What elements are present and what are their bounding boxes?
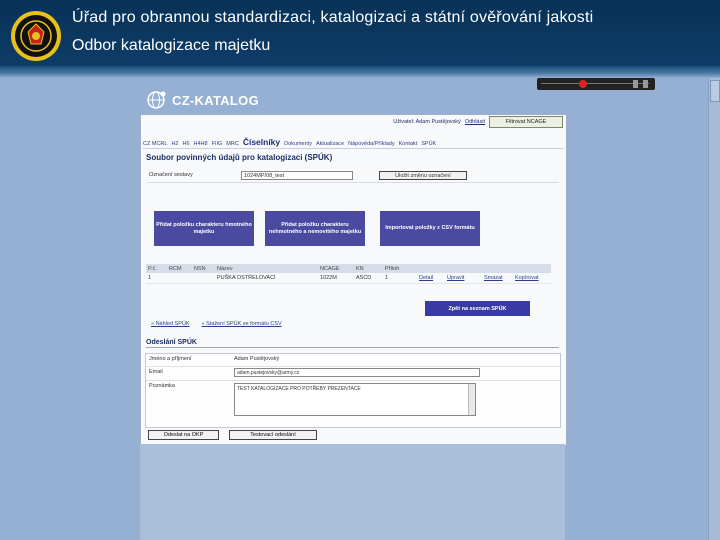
edit-link[interactable]: Upravit bbox=[447, 275, 484, 281]
user-label: Uživatel: Adam Pustějovský bbox=[393, 119, 461, 125]
col-header: NCAGE bbox=[320, 265, 340, 272]
logout-link[interactable]: Odhlásit bbox=[465, 119, 485, 125]
media-seek-handle[interactable] bbox=[579, 80, 587, 88]
header-band bbox=[0, 66, 720, 78]
import-csv-button[interactable]: Importovat položky z CSV formátu bbox=[380, 211, 480, 246]
items-table: P.č. RCM NSN Název NCAGE KN Příloh 1 PUŠ… bbox=[146, 264, 551, 284]
logo-text: CZ-KATALOG bbox=[172, 92, 259, 108]
name-value: Adam Pustějovský bbox=[234, 356, 280, 362]
app-screenshot: Uživatel: Adam Pustějovský Odhlásit Filt… bbox=[140, 114, 567, 446]
cell-attachments: 1 bbox=[385, 275, 389, 281]
copy-link[interactable]: Kopírovat bbox=[515, 275, 545, 281]
col-header: NSN bbox=[194, 265, 206, 272]
screenshot-lower-area bbox=[140, 444, 565, 540]
nav-item-cz-mcrl[interactable]: CZ MCRL bbox=[143, 141, 167, 147]
add-intangible-item-button[interactable]: Přidat položku charakteru nehmotného a n… bbox=[265, 211, 365, 246]
main-nav: CZ MCRL H2 H6 H4H8 FIIG MRC Číselníky Do… bbox=[143, 133, 564, 149]
test-send-button[interactable]: Testovací odeslání bbox=[229, 430, 317, 440]
delete-link[interactable]: Smazat bbox=[484, 275, 515, 281]
media-player-bar[interactable] bbox=[537, 78, 655, 90]
nav-item-h2[interactable]: H2 bbox=[171, 141, 178, 147]
cell-index: 1 bbox=[148, 275, 152, 281]
email-field[interactable]: adam.pustejovsky@army.cz bbox=[234, 368, 480, 377]
cell-name: PUŠKA OSTŘELOVACÍ bbox=[217, 275, 276, 281]
slide-title: Úřad pro obrannou standardizaci, katalog… bbox=[72, 9, 594, 26]
back-to-list-button[interactable]: Zpět na seznam SPÚK bbox=[425, 301, 530, 316]
cz-katalog-logo: CZ-KATALOG bbox=[146, 90, 259, 110]
set-name-input[interactable]: 1024MP/08_test bbox=[241, 171, 353, 180]
nav-item-mrc[interactable]: MRC bbox=[226, 141, 239, 147]
add-tangible-item-button[interactable]: Přidat položku charakteru hmotného majet… bbox=[154, 211, 254, 246]
spuk-links: » Náhled SPÚK » Stažení SPÚK ve formátu … bbox=[151, 321, 282, 327]
email-row: Email adam.pustejovsky@army.cz bbox=[146, 367, 560, 381]
page-scrollbar[interactable] bbox=[708, 78, 720, 540]
set-name-label: Označení sestavy bbox=[149, 172, 193, 178]
nav-item-napoveda[interactable]: Nápověda/Příklady bbox=[348, 141, 394, 147]
nav-item-h6[interactable]: H6 bbox=[182, 141, 189, 147]
user-bar: Uživatel: Adam Pustějovský Odhlásit Filt… bbox=[371, 116, 563, 128]
note-textarea[interactable]: TEST KATALOGIZACE PRO POTŘEBY PREZENTACE bbox=[234, 383, 476, 416]
send-section-title: Odeslání SPÚK bbox=[146, 339, 197, 346]
email-label: Email bbox=[149, 369, 163, 375]
note-row: Poznámka TEST KATALOGIZACE PRO POTŘEBY P… bbox=[146, 381, 560, 421]
nav-item-fiig[interactable]: FIIG bbox=[212, 141, 223, 147]
col-header: Příloh bbox=[385, 265, 400, 272]
filter-ncage-button[interactable]: Filtrovat NCAGE bbox=[489, 116, 563, 128]
agency-emblem-icon bbox=[11, 11, 61, 61]
save-set-name-button[interactable]: Uložit změnu označení bbox=[379, 171, 467, 180]
note-text: TEST KATALOGIZACE PRO POTŘEBY PREZENTACE bbox=[237, 386, 361, 392]
set-name-row: Označení sestavy 1024MP/08_test Uložit z… bbox=[147, 170, 559, 183]
nav-item-ciselniky[interactable]: Číselníky bbox=[243, 137, 280, 147]
note-scrollbar[interactable] bbox=[468, 384, 475, 415]
scroll-thumb[interactable] bbox=[710, 80, 720, 102]
note-label: Poznámka bbox=[149, 383, 175, 389]
name-label: Jméno a příjmení bbox=[149, 356, 192, 362]
globe-icon bbox=[147, 91, 166, 109]
send-form: Jméno a příjmení Adam Pustějovský Email … bbox=[145, 353, 561, 428]
nav-item-spuk[interactable]: SPÚK bbox=[421, 141, 436, 147]
download-csv-link[interactable]: » Stažení SPÚK ve formátu CSV bbox=[202, 321, 282, 327]
col-header: RCM bbox=[169, 265, 182, 272]
cell-ncage: 1022M bbox=[320, 275, 337, 281]
nav-item-aktualizace[interactable]: Aktualizace bbox=[316, 141, 344, 147]
header-banner: Úřad pro obrannou standardizaci, katalog… bbox=[0, 0, 720, 66]
preview-spuk-link[interactable]: » Náhled SPÚK bbox=[151, 321, 190, 327]
name-row: Jméno a příjmení Adam Pustějovský bbox=[146, 354, 560, 367]
col-header: Název bbox=[217, 265, 233, 272]
section-divider bbox=[146, 347, 559, 348]
nav-item-h4h8[interactable]: H4H8 bbox=[194, 141, 208, 147]
table-header: P.č. RCM NSN Název NCAGE KN Příloh bbox=[146, 264, 551, 273]
table-row: 1 PUŠKA OSTŘELOVACÍ 1022M ASCD 1 Detail … bbox=[146, 273, 551, 284]
menu-icon[interactable] bbox=[643, 80, 648, 88]
cell-kn: ASCD bbox=[356, 275, 372, 281]
slide-subtitle: Odbor katalogizace majetku bbox=[72, 37, 271, 54]
col-header: KN bbox=[356, 265, 364, 272]
page-title: Soubor povinných údajů pro katalogizaci … bbox=[146, 153, 333, 162]
send-to-okp-button[interactable]: Odeslat na OKP bbox=[148, 430, 219, 440]
volume-icon[interactable] bbox=[633, 80, 638, 88]
nav-item-dokumenty[interactable]: Dokumenty bbox=[284, 141, 312, 147]
col-header: P.č. bbox=[148, 265, 157, 272]
detail-link[interactable]: Detail bbox=[419, 275, 447, 281]
nav-item-kontakt[interactable]: Kontakt bbox=[399, 141, 418, 147]
